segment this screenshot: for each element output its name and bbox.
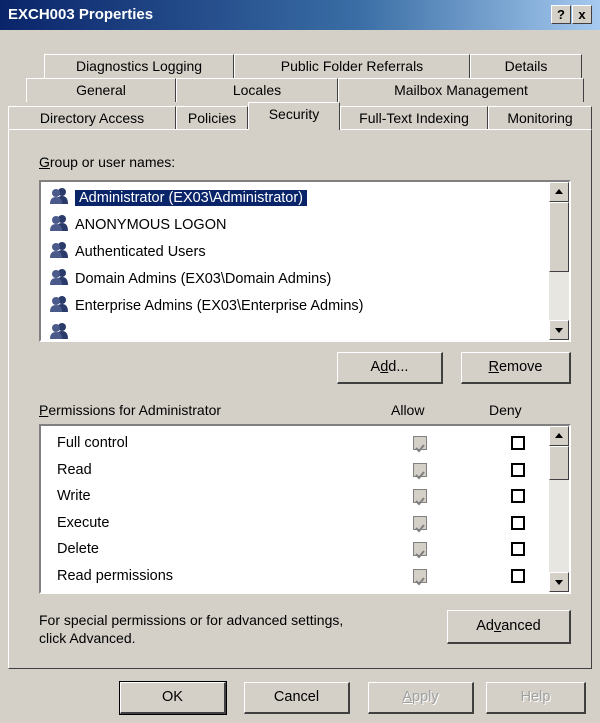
allow-checkbox[interactable]: [413, 462, 427, 479]
advanced-note-line1: For special permissions or for advanced …: [39, 612, 344, 628]
list-item-partial[interactable]: [49, 321, 75, 340]
list-item-label: Domain Admins (EX03\Domain Admins): [75, 271, 332, 287]
deny-checkbox[interactable]: [511, 462, 525, 477]
permissions-scrollbar[interactable]: [549, 426, 569, 592]
deny-checkbox[interactable]: [511, 542, 525, 556]
window-title: EXCH003 Properties: [8, 6, 154, 23]
list-item-label: Enterprise Admins (EX03\Enterprise Admin…: [75, 298, 364, 314]
user-group-icon: [49, 187, 71, 205]
list-item[interactable]: Administrator (EX03\Administrator): [49, 186, 308, 210]
user-group-icon: [49, 268, 71, 286]
allow-checkbox[interactable]: [413, 568, 427, 585]
permission-name: Read: [57, 461, 92, 478]
allow-checkbox[interactable]: [413, 515, 427, 532]
help-button[interactable]: ?: [551, 5, 571, 24]
tab-directory-access[interactable]: Directory Access: [8, 106, 176, 130]
tab-details[interactable]: Details: [470, 54, 582, 78]
permission-name: Full control: [57, 435, 128, 451]
list-item-label: Authenticated Users: [75, 244, 206, 260]
list-item-label: ANONYMOUS LOGON: [75, 217, 227, 233]
cancel-button[interactable]: Cancel: [244, 682, 350, 714]
scroll-down-arrow-icon[interactable]: [549, 320, 569, 340]
tab-public-folder-referrals[interactable]: Public Folder Referrals: [234, 54, 470, 78]
apply-button[interactable]: Apply: [368, 682, 474, 714]
permission-name: Read permissions: [57, 567, 174, 584]
permission-row: Execute: [57, 510, 569, 536]
group-list-scrollbar[interactable]: [549, 182, 569, 340]
permission-row: Write: [57, 483, 569, 509]
scroll-up-arrow-icon[interactable]: [549, 426, 569, 446]
user-group-icon: [49, 241, 71, 259]
allow-checkbox[interactable]: [413, 489, 427, 506]
permissions-list[interactable]: Full control Read Write Execute Delete Read p…: [39, 424, 571, 594]
tab-policies[interactable]: Policies: [176, 106, 248, 130]
security-tab-panel: Group or user names: Administrator (EX03…: [8, 129, 592, 669]
permissions-scroll-thumb[interactable]: [549, 446, 569, 480]
properties-dialog: EXCH003 Properties ? x Diagnostics Loggi…: [0, 0, 600, 723]
deny-checkbox[interactable]: [511, 489, 525, 503]
permission-name: Execute: [57, 514, 110, 531]
tab-monitoring[interactable]: Monitoring: [488, 106, 592, 130]
tab-diagnostics-logging[interactable]: Diagnostics Logging: [44, 54, 234, 78]
deny-checkbox[interactable]: [511, 515, 525, 530]
scroll-down-arrow-icon[interactable]: [549, 572, 569, 592]
permission-row: Read permissions: [57, 563, 569, 589]
advanced-button[interactable]: Advanced: [447, 610, 571, 644]
tab-full-text-indexing[interactable]: Full-Text Indexing: [340, 106, 488, 130]
permission-name: Delete: [57, 541, 99, 557]
list-item-label: Administrator (EX03\Administrator): [75, 190, 308, 206]
advanced-note-line2: click Advanced.: [39, 630, 136, 646]
list-item[interactable]: Domain Admins (EX03\Domain Admins): [49, 267, 331, 291]
permissions-label: Permissions for Administrator: [39, 402, 222, 418]
tab-locales[interactable]: Locales: [176, 78, 338, 102]
allow-checkbox[interactable]: [413, 436, 427, 453]
tab-security[interactable]: Security: [248, 102, 340, 130]
group-list-scroll-thumb[interactable]: [549, 202, 569, 272]
add-button[interactable]: Add...: [337, 352, 443, 384]
ok-button[interactable]: OK: [119, 681, 227, 715]
deny-column-header: Deny: [489, 402, 522, 418]
deny-checkbox[interactable]: [511, 436, 525, 450]
permission-row: Full control: [57, 430, 569, 456]
group-user-list[interactable]: Administrator (EX03\Administrator) ANONYM…: [39, 180, 571, 342]
allow-checkbox[interactable]: [413, 542, 427, 559]
scroll-up-arrow-icon[interactable]: [549, 182, 569, 202]
permission-name: Write: [57, 488, 91, 504]
permission-row: Delete: [57, 536, 569, 562]
tab-mailbox-management[interactable]: Mailbox Management: [338, 78, 584, 102]
title-bar[interactable]: EXCH003 Properties ? x: [0, 0, 600, 30]
allow-column-header: Allow: [391, 402, 425, 418]
list-item[interactable]: ANONYMOUS LOGON: [49, 213, 226, 237]
close-button[interactable]: x: [572, 5, 592, 24]
help-dialog-button[interactable]: Help: [486, 682, 586, 714]
tab-general[interactable]: General: [26, 78, 176, 102]
user-group-icon: [49, 295, 71, 313]
list-item[interactable]: Enterprise Admins (EX03\Enterprise Admin…: [49, 294, 364, 318]
remove-button[interactable]: Remove: [461, 352, 571, 384]
permission-row: Read: [57, 457, 569, 483]
list-item[interactable]: Authenticated Users: [49, 240, 206, 264]
deny-checkbox[interactable]: [511, 568, 525, 583]
user-group-icon: [49, 214, 71, 232]
user-group-icon: [49, 322, 71, 340]
group-or-user-names-label: Group or user names:: [39, 154, 176, 170]
